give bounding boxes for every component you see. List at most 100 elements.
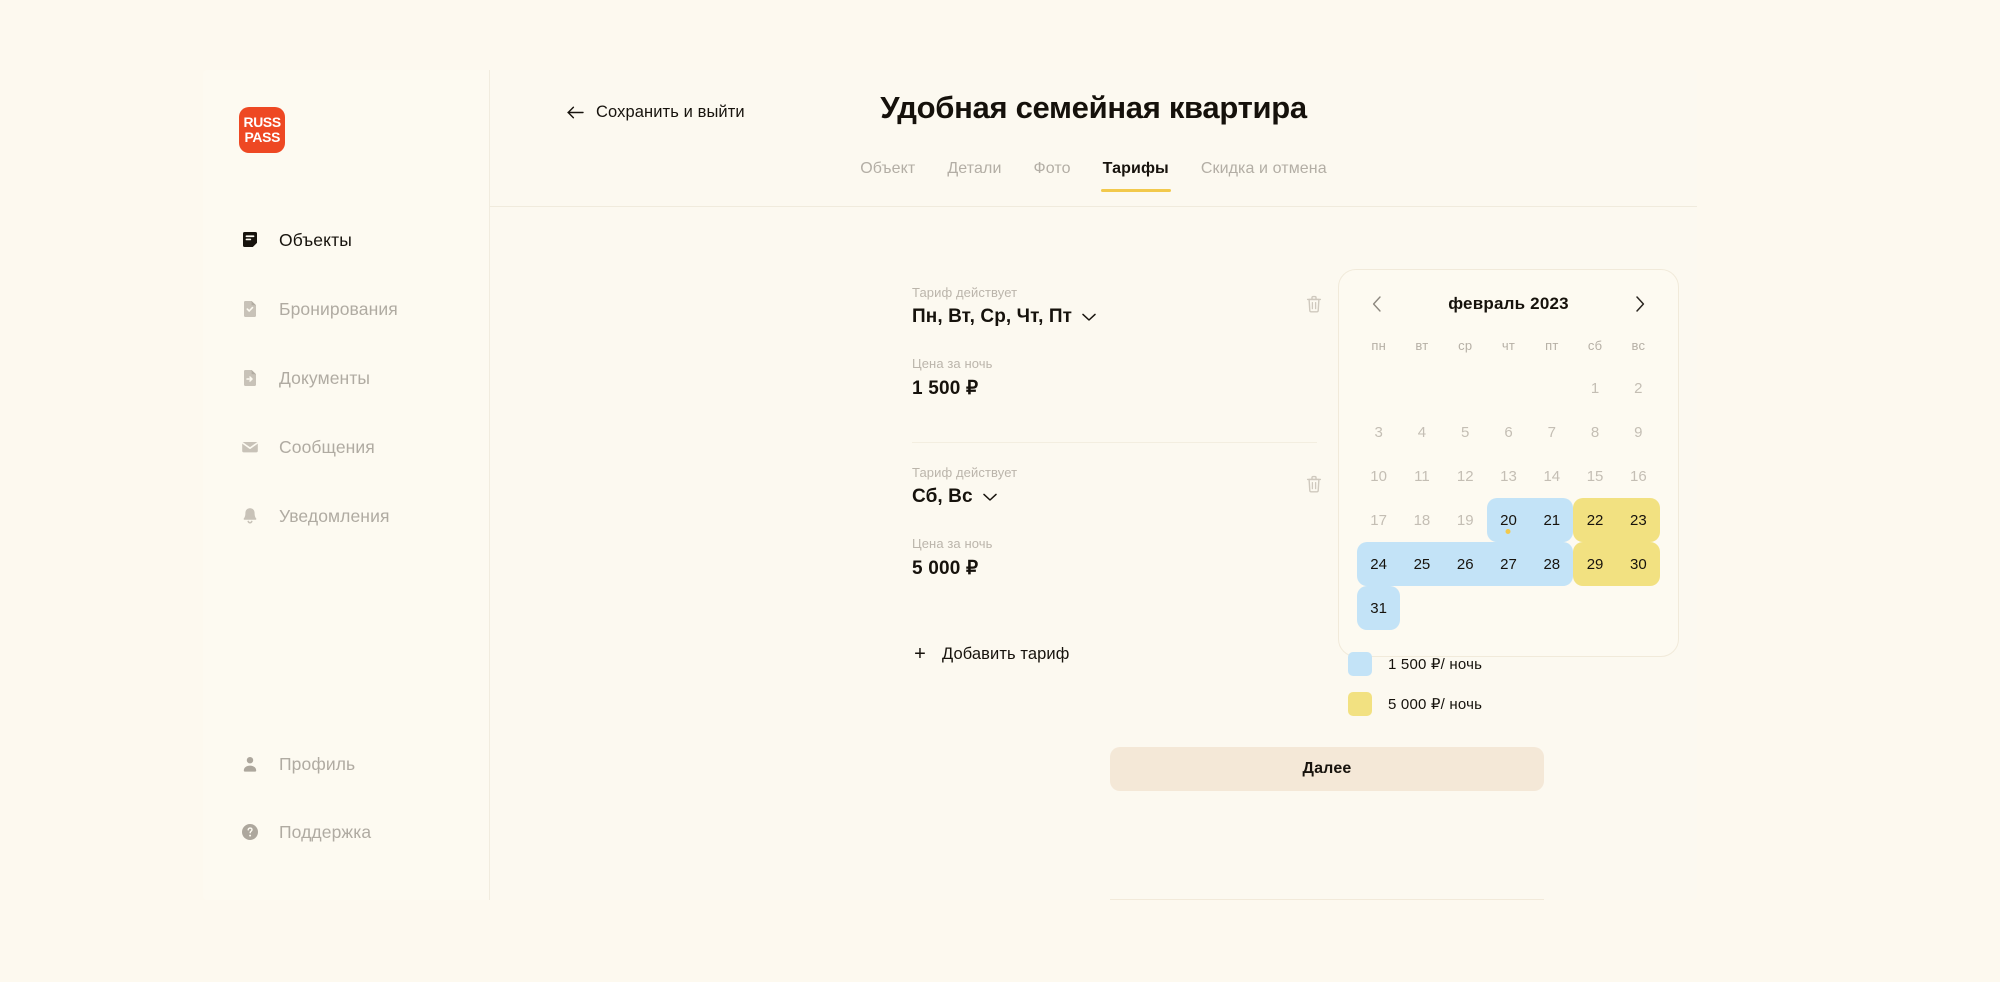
content-area: Сохранить и выйти Удобная семейная кварт… — [490, 70, 1697, 900]
calendar-next-button[interactable] — [1628, 292, 1652, 316]
trash-icon — [1305, 474, 1323, 499]
calendar-day[interactable]: 21 — [1530, 498, 1574, 542]
calendar-day[interactable]: 23 — [1616, 498, 1660, 542]
calendar-month-label: февраль 2023 — [1448, 294, 1569, 313]
calendar: февраль 2023 пн вт ср чт пт сб вс 1 2 3 4 5 6 7 8 9 10 11… — [1338, 269, 1679, 657]
calendar-day-number: 18 — [1413, 511, 1431, 529]
calendar-day-number: 3 — [1374, 423, 1383, 441]
sidebar-item-messages[interactable]: Сообщения — [203, 427, 489, 467]
calendar-day[interactable]: 27 — [1486, 542, 1531, 586]
tariff-price-value[interactable]: 1 500 ₽ — [912, 377, 1317, 400]
calendar-day-number: 5 — [1461, 423, 1470, 441]
delete-tariff-button[interactable] — [1301, 293, 1327, 319]
calendar-day-number: 26 — [1456, 555, 1474, 573]
sidebar-item-profile[interactable]: Профиль — [203, 744, 489, 784]
next-button[interactable]: Далее — [1110, 747, 1544, 791]
tariff-days-label: Тариф действует — [912, 465, 1018, 480]
sidebar-item-label: Бронирования — [279, 298, 398, 319]
sidebar-item-bookings[interactable]: Бронирования — [203, 289, 489, 329]
calendar-prev-button[interactable] — [1365, 292, 1389, 316]
sidebar-item-objects[interactable]: Объекты — [203, 220, 489, 260]
calendar-day: 1 — [1573, 366, 1616, 410]
chevron-down-icon — [1082, 313, 1096, 322]
calendar-day[interactable]: 20 — [1486, 498, 1531, 542]
calendar-day-number: 30 — [1630, 555, 1647, 573]
calendar-day-number: 1 — [1590, 379, 1600, 397]
legend-item: 1 500 ₽/ ночь — [1348, 652, 1482, 676]
calendar-legend: 1 500 ₽/ ночь 5 000 ₽/ ночь — [1348, 652, 1482, 732]
russpass-logo[interactable]: RUSS PASS — [239, 107, 285, 153]
trash-icon — [1305, 294, 1323, 319]
legend-swatch-blue — [1348, 652, 1372, 676]
calendar-weekday: сб — [1587, 338, 1603, 353]
calendar-empty-cell — [1530, 366, 1573, 410]
sidebar: RUSS PASS Объекты Бронирования Документы… — [203, 70, 490, 900]
calendar-weekday: чт — [1501, 338, 1516, 353]
tab-label: Скидка и отмена — [1200, 160, 1327, 177]
bookings-icon — [239, 298, 261, 320]
sidebar-item-notifications[interactable]: Уведомления — [203, 496, 489, 536]
sidebar-item-support[interactable]: Поддержка — [203, 812, 489, 852]
tariff-price-value[interactable]: 5 000 ₽ — [912, 557, 1317, 580]
calendar-day: 7 — [1530, 410, 1573, 454]
calendar-day[interactable]: 24 — [1357, 542, 1401, 586]
calendar-day-number: 20 — [1500, 511, 1517, 529]
tariff-price-field: Цена за ночь 1 500 ₽ — [912, 356, 1317, 400]
calendar-day-dot — [1505, 529, 1511, 534]
calendar-day-number: 2 — [1634, 379, 1643, 397]
bell-icon — [239, 505, 261, 527]
calendar-day-number: 24 — [1370, 555, 1387, 573]
logo-line-1: RUSS — [243, 115, 281, 130]
calendar-day: 3 — [1357, 410, 1400, 454]
tab-object[interactable]: Объект — [844, 160, 931, 192]
calendar-day-number: 10 — [1370, 467, 1387, 485]
delete-tariff-button[interactable] — [1301, 473, 1327, 499]
sidebar-item-label: Поддержка — [279, 821, 372, 842]
tariff-price-label: Цена за ночь — [912, 356, 993, 371]
calendar-weekday: ср — [1458, 338, 1473, 353]
tariff-days-select[interactable]: Сб, Вс — [912, 486, 1317, 508]
calendar-day[interactable]: 26 — [1443, 542, 1487, 586]
calendar-day: 11 — [1400, 454, 1443, 498]
calendar-day: 9 — [1617, 410, 1660, 454]
tariff-card: Тариф действует Сб, Вс Цена за ночь 5 00… — [912, 442, 1322, 622]
calendar-weekday: пт — [1545, 338, 1559, 353]
objects-icon — [239, 229, 261, 251]
tabs: Объект Детали Фото Тарифы Скидка и отмен… — [490, 160, 1697, 192]
messages-icon — [239, 436, 261, 458]
help-circle-icon — [239, 821, 261, 843]
tab-details[interactable]: Детали — [931, 160, 1017, 192]
calendar-day: 4 — [1400, 410, 1443, 454]
calendar-day[interactable]: 22 — [1573, 498, 1617, 542]
calendar-day[interactable]: 28 — [1530, 542, 1574, 586]
tariff-days-select[interactable]: Пн, Вт, Ср, Чт, Пт — [912, 306, 1317, 328]
topbar: Сохранить и выйти Удобная семейная кварт… — [490, 70, 1697, 207]
tab-discount-and-cancellation[interactable]: Скидка и отмена — [1185, 160, 1343, 192]
calendar-day[interactable]: 29 — [1573, 542, 1617, 586]
calendar-day: 2 — [1617, 366, 1660, 410]
calendar-empty-cell — [1444, 366, 1487, 410]
calendar-day[interactable]: 25 — [1400, 542, 1444, 586]
add-tariff-label: Добавить тариф — [942, 644, 1070, 663]
calendar-day[interactable]: 31 — [1357, 586, 1401, 630]
calendar-day[interactable]: 30 — [1616, 542, 1660, 586]
calendar-day-number: 9 — [1634, 423, 1643, 441]
calendar-day: 18 — [1400, 498, 1443, 542]
calendar-day: 8 — [1573, 410, 1616, 454]
tariff-days-label: Тариф действует — [912, 285, 1018, 300]
tariff-card: Тариф действует Пн, Вт, Ср, Чт, Пт Цена … — [912, 285, 1322, 442]
tariff-price-label: Цена за ночь — [912, 536, 993, 551]
tab-tariffs[interactable]: Тарифы — [1087, 160, 1185, 192]
calendar-header: февраль 2023 — [1357, 292, 1660, 316]
calendar-day-number: 14 — [1543, 467, 1561, 485]
sidebar-item-label: Уведомления — [279, 505, 390, 526]
add-tariff-button[interactable]: + Добавить тариф — [912, 644, 1317, 664]
calendar-weekday: вс — [1631, 338, 1646, 353]
body-area: Тариф действует Пн, Вт, Ср, Чт, Пт Цена … — [490, 207, 1697, 900]
calendar-day-number: 31 — [1370, 599, 1387, 617]
calendar-day-number: 12 — [1456, 467, 1474, 485]
calendar-day-number: 22 — [1586, 511, 1604, 529]
sidebar-item-documents[interactable]: Документы — [203, 358, 489, 398]
tab-photo[interactable]: Фото — [1017, 160, 1086, 192]
calendar-day-number: 8 — [1590, 423, 1600, 441]
